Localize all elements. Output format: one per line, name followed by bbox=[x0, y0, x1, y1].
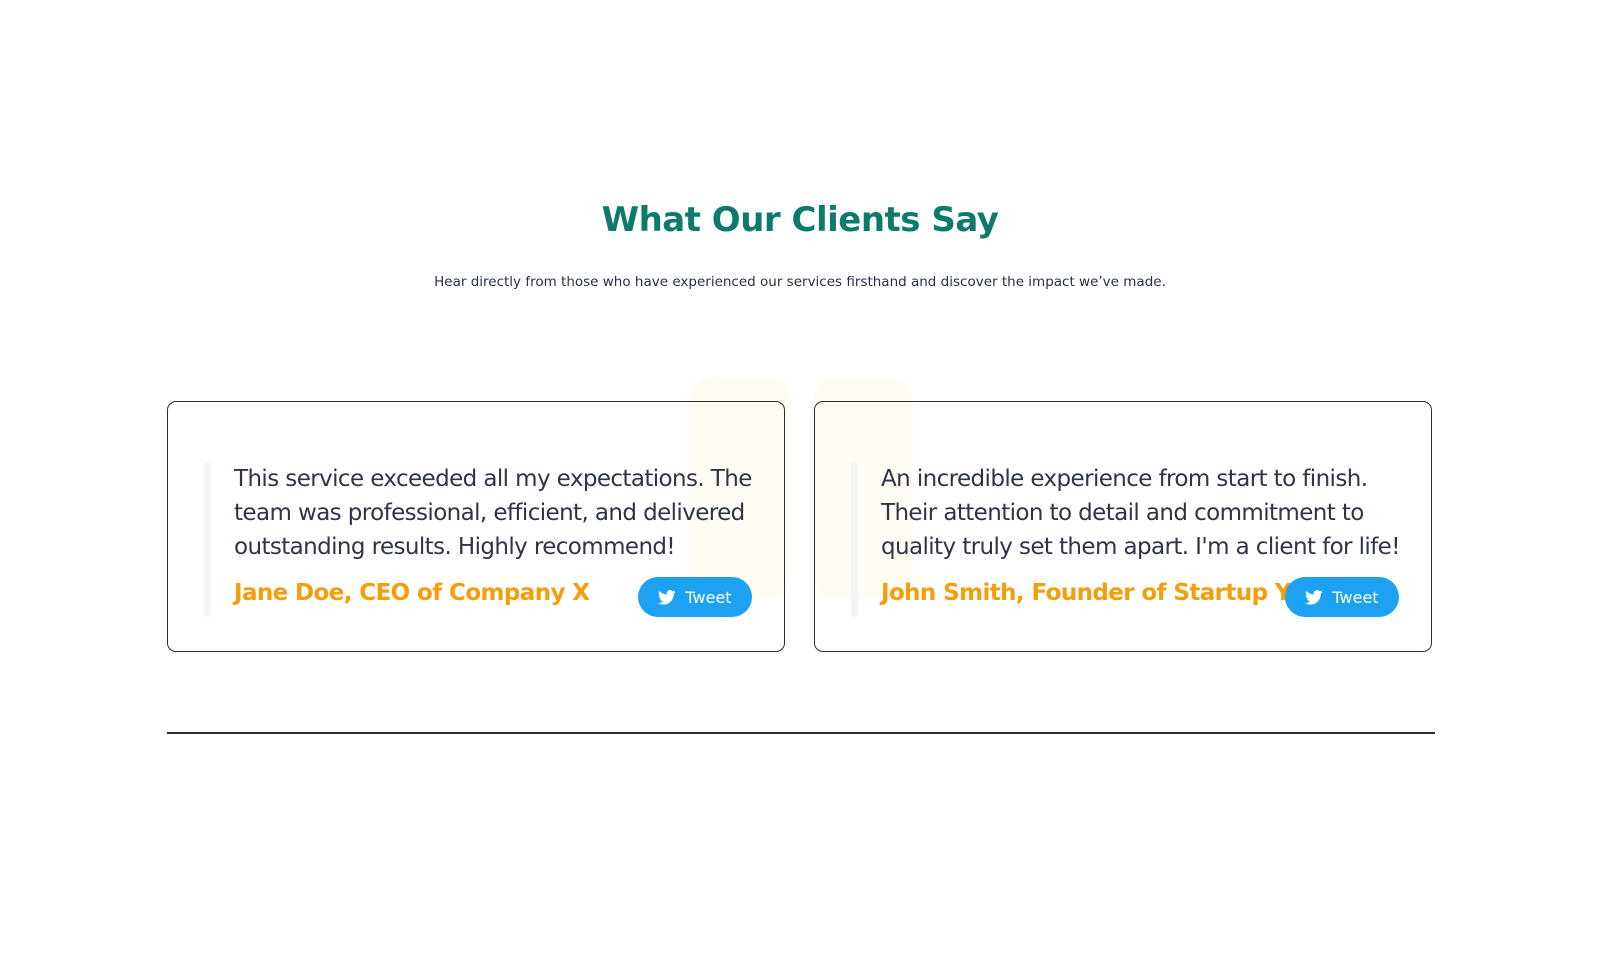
section-subtitle: Hear directly from those who have experi… bbox=[434, 274, 1166, 290]
testimonial-card: This service exceeded all my expectation… bbox=[167, 401, 785, 652]
section-title: What Our Clients Say bbox=[601, 200, 999, 240]
testimonial-author: John Smith, Founder of Startup Y bbox=[881, 580, 1292, 606]
quote-accent-bar bbox=[851, 462, 858, 617]
twitter-bird-icon bbox=[658, 589, 677, 605]
tweet-button-label: Tweet bbox=[685, 587, 732, 607]
quote-accent-bar bbox=[204, 462, 211, 617]
tweet-button[interactable]: Tweet bbox=[638, 577, 752, 617]
testimonial-card: An incredible experience from start to f… bbox=[814, 401, 1432, 652]
section-divider bbox=[167, 732, 1435, 734]
testimonial-quote: An incredible experience from start to f… bbox=[881, 466, 1400, 560]
testimonial-author: Jane Doe, CEO of Company X bbox=[234, 580, 590, 606]
tweet-button[interactable]: Tweet bbox=[1285, 577, 1399, 617]
twitter-bird-icon bbox=[1305, 589, 1324, 605]
tweet-button-label: Tweet bbox=[1332, 587, 1379, 607]
testimonial-quote: This service exceeded all my expectation… bbox=[234, 466, 752, 560]
